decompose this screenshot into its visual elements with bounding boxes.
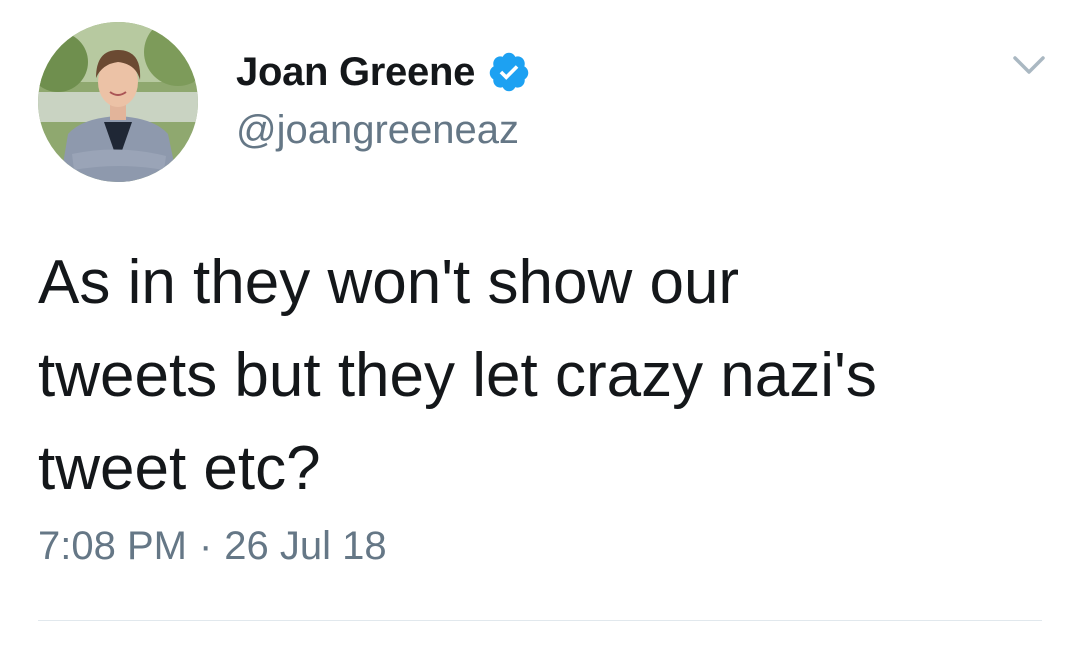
avatar[interactable] xyxy=(38,22,198,182)
tweet-timestamp[interactable]: 7:08 PM · 26 Jul 18 xyxy=(38,524,387,569)
divider xyxy=(38,620,1042,621)
tweet-time: 7:08 PM xyxy=(38,524,187,568)
meta-separator: · xyxy=(198,524,213,568)
tweet-date: 26 Jul 18 xyxy=(224,524,387,568)
display-name[interactable]: Joan Greene xyxy=(236,50,475,95)
name-row: Joan Greene xyxy=(236,46,531,98)
tweet-text: As in they won't show our tweets but the… xyxy=(38,248,877,503)
user-handle[interactable]: @joangreeneaz xyxy=(236,108,519,153)
chevron-down-icon[interactable] xyxy=(1010,50,1048,80)
verified-badge-icon xyxy=(487,50,531,94)
tweet-card: Joan Greene @joangreeneaz As in they won… xyxy=(0,0,1078,651)
